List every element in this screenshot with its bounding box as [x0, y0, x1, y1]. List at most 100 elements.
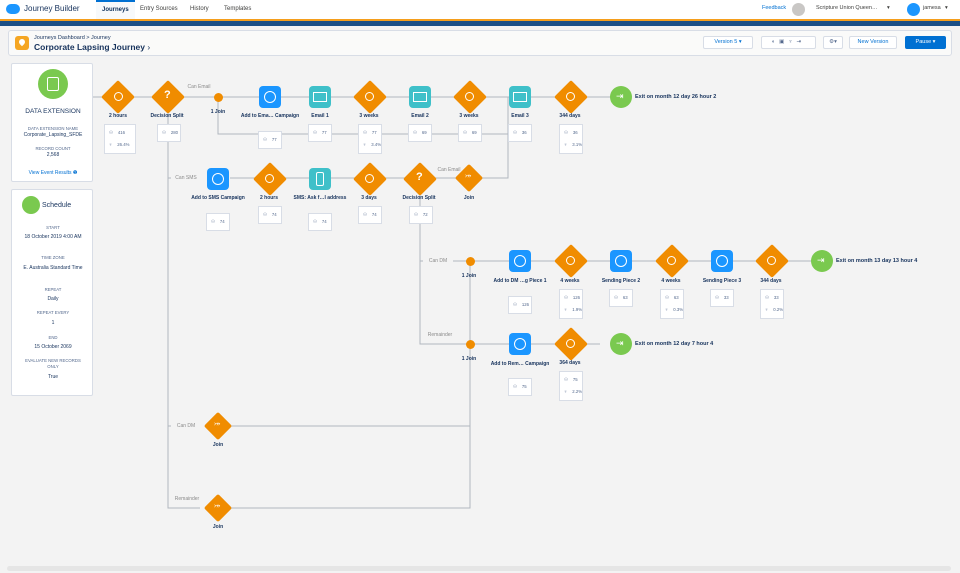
- path-lines: [93, 96, 820, 509]
- join-a-label: Join: [463, 195, 475, 201]
- stat-count: 74: [271, 212, 277, 217]
- clock-icon: [365, 174, 374, 183]
- stat-card: ⚇ 63 ♆ 0.3%: [660, 289, 684, 319]
- target-icon: [615, 255, 627, 267]
- target-icon: [264, 91, 276, 103]
- stat-card: ⚇ 74: [258, 206, 282, 224]
- stat-count: 69: [471, 130, 477, 135]
- stat-card: ⚇ 77: [308, 124, 332, 142]
- stat-card: ⚇ 63: [609, 289, 633, 307]
- stat-card: ⚇ 75: [508, 378, 532, 396]
- stat-card: ⚇ 33 ♆ 0.2%: [760, 289, 784, 319]
- join-node[interactable]: [466, 257, 475, 266]
- stat-count: 69: [421, 130, 427, 135]
- join-icon: ⤖: [214, 419, 221, 428]
- stat-count: 63: [622, 295, 628, 300]
- clock-icon: [566, 256, 575, 265]
- envelope-icon: [313, 92, 327, 102]
- stat-count: 36: [521, 130, 527, 135]
- stat-card: ⚇ 74: [206, 213, 230, 231]
- stat-rate: 0.3%: [673, 307, 684, 312]
- stat-card: ⚇ 74: [358, 206, 382, 224]
- stat-rate: 26.4%: [117, 142, 130, 147]
- stat-rate: 0.2%: [773, 307, 784, 312]
- exit-arrow-icon: ⇥: [616, 91, 624, 101]
- path-label: Remainder: [425, 332, 455, 338]
- stat-count: 36: [572, 130, 578, 135]
- stat-count: 63: [673, 295, 679, 300]
- stat-card: ⚇ 33: [710, 289, 734, 307]
- exit-arrow-icon: ⇥: [616, 338, 624, 348]
- stat-count: 74: [219, 219, 225, 224]
- clock-icon: [566, 339, 575, 348]
- stat-card: ⚇ 69: [458, 124, 482, 142]
- stat-count: 33: [723, 295, 729, 300]
- stat-card: ⚇ 77 ♆ 3.4%: [358, 124, 382, 154]
- exit-2-label: Exit on month 13 day 13 hour 4: [836, 258, 918, 264]
- stat-count: 416: [117, 130, 126, 135]
- target-icon: [514, 338, 526, 350]
- exit-3-label: Exit on month 12 day 7 hour 4: [635, 341, 714, 347]
- target-icon: [514, 255, 526, 267]
- phone-icon: [316, 172, 324, 186]
- stat-count: 280: [170, 130, 179, 135]
- envelope-icon: [513, 92, 527, 102]
- clock-icon: [667, 256, 676, 265]
- clock-icon: [114, 92, 123, 101]
- stat-card: ⚇ 69: [408, 124, 432, 142]
- stat-count: 77: [371, 130, 377, 135]
- wait-10-label: 364 days: [559, 360, 581, 366]
- path-label: Remainder: [172, 496, 202, 502]
- stat-card: ⚇ 280: [157, 124, 181, 142]
- question-icon: ?: [416, 171, 423, 183]
- join-b-label: Join: [212, 442, 224, 448]
- stat-card: ⚇ 36 ♆ 3.1%: [559, 124, 583, 154]
- join-icon: ⤖: [214, 501, 221, 510]
- stat-rate: 2.2%: [572, 389, 583, 394]
- exit-1-label: Exit on month 12 day 26 hour 2: [635, 94, 717, 100]
- horizontal-scrollbar[interactable]: [7, 566, 951, 571]
- stat-card: ⚇ 36: [508, 124, 532, 142]
- stat-rate: 1.9%: [572, 307, 583, 312]
- path-label: Can DM: [171, 423, 201, 429]
- clock-icon: [465, 92, 474, 101]
- clock-icon: [566, 92, 575, 101]
- exit-arrow-icon: ⇥: [817, 255, 825, 265]
- journey-canvas: 2 hours ⚇ 416 ♆ 26.4% ? Decision Split ⚇ 280…: [0, 0, 960, 573]
- join-icon: ⤖: [465, 171, 472, 180]
- wait-4-label: 344 days: [559, 113, 581, 119]
- path-label: Can Email: [184, 84, 214, 90]
- stat-count: 75: [521, 384, 527, 389]
- stat-count: 77: [271, 137, 277, 142]
- clock-icon: [365, 92, 374, 101]
- stat-count: 33: [773, 295, 779, 300]
- stat-card: ⚇ 74: [308, 213, 332, 231]
- stat-count: 126: [572, 295, 581, 300]
- stat-count: 126: [521, 302, 530, 307]
- stat-card: ⚇ 72: [409, 206, 433, 224]
- stat-rate: 3.4%: [371, 142, 382, 147]
- clock-icon: [767, 256, 776, 265]
- stat-card: ⚇ 77: [258, 131, 282, 149]
- path-label: Can DM: [423, 258, 453, 264]
- stat-count: 77: [321, 130, 327, 135]
- stat-count: 74: [321, 219, 327, 224]
- join-node[interactable]: [214, 93, 223, 102]
- stat-card: ⚇ 126: [508, 296, 532, 314]
- question-icon: ?: [164, 89, 171, 101]
- stat-card: ⚇ 416 ♆ 26.4%: [104, 124, 136, 154]
- stat-count: 72: [422, 212, 428, 217]
- stat-rate: 3.1%: [572, 142, 583, 147]
- join-c-label: Join: [212, 524, 224, 530]
- wait-9-label: 344 days: [760, 278, 782, 284]
- stat-count: 74: [371, 212, 377, 217]
- path-label: Can SMS: [171, 175, 201, 181]
- join-node[interactable]: [466, 340, 475, 349]
- clock-icon: [265, 174, 274, 183]
- envelope-icon: [413, 92, 427, 102]
- stat-card: ⚇ 75 ♆ 2.2%: [559, 371, 583, 401]
- stat-count: 75: [572, 377, 578, 382]
- join-1-label: 1 Join: [210, 109, 226, 115]
- stat-card: ⚇ 126 ♆ 1.9%: [559, 289, 583, 319]
- target-icon: [716, 255, 728, 267]
